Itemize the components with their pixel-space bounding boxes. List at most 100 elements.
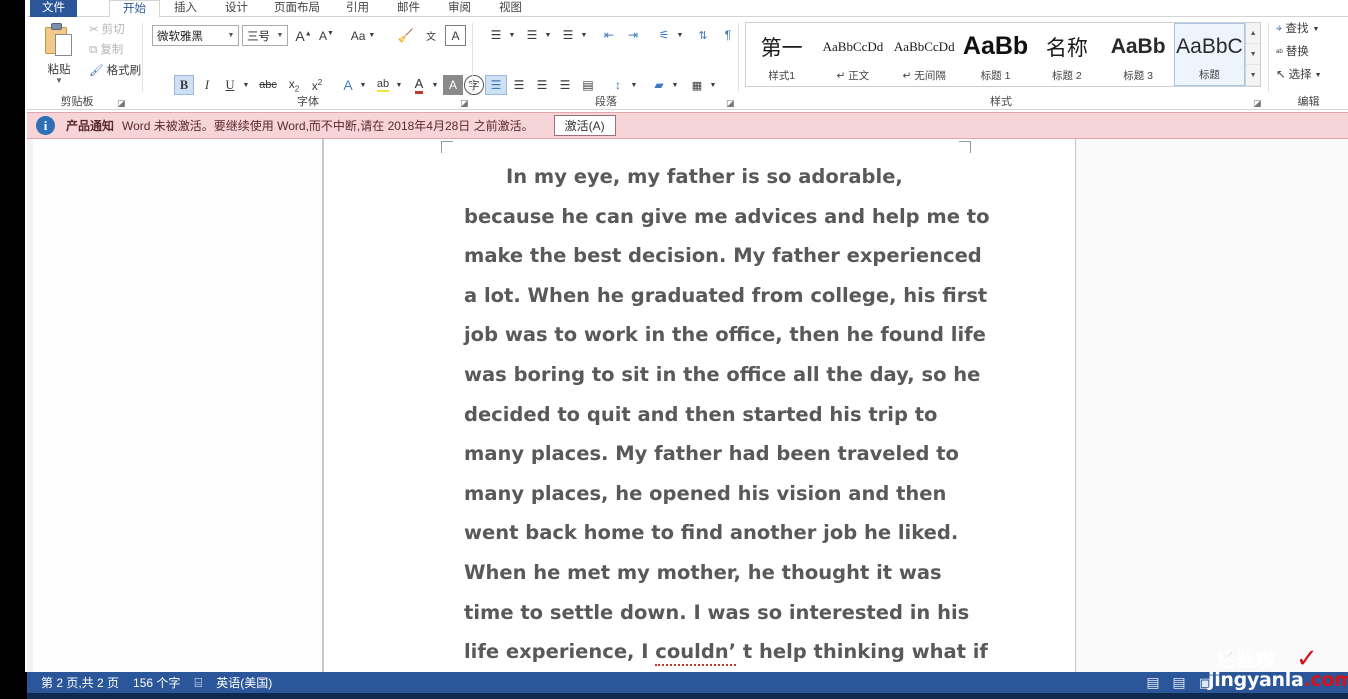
- line-spacing-button[interactable]: ↕: [607, 75, 629, 95]
- line-spacing-options-button[interactable]: ▼: [628, 75, 640, 95]
- print-layout-icon[interactable]: ▤: [1166, 672, 1192, 693]
- replace-button[interactable]: ᵃᵇ 替换: [1276, 46, 1309, 59]
- underline-options-button[interactable]: ▼: [240, 75, 252, 95]
- styles-more-button[interactable]: ▼: [1246, 65, 1260, 86]
- clipboard-dialog-launcher[interactable]: ◪: [117, 98, 127, 108]
- chevron-down-icon[interactable]: ▼: [35, 77, 83, 85]
- shrink-font-button[interactable]: A▼: [316, 25, 337, 46]
- document-canvas[interactable]: In my eye, my father is so adorable, bec…: [27, 139, 1348, 672]
- font-name-combobox[interactable]: 微软雅黑 ▼: [152, 25, 239, 46]
- phonetic-guide-button[interactable]: 文: [420, 25, 442, 46]
- italic-button[interactable]: I: [197, 75, 217, 95]
- language-indicator[interactable]: 英语(美国): [216, 674, 272, 691]
- numbering-button[interactable]: ☰: [521, 25, 543, 45]
- format-painter-label: 格式刷: [106, 65, 142, 77]
- font-dialog-launcher[interactable]: ◪: [460, 98, 470, 108]
- shading-options-button[interactable]: ▼: [669, 75, 681, 95]
- font-size-value: 三号: [247, 30, 270, 43]
- style-name: 标题 3: [1123, 70, 1154, 82]
- subscript-button[interactable]: x2: [283, 75, 305, 95]
- style-item-4[interactable]: 名称 标题 2: [1031, 23, 1102, 86]
- activate-button[interactable]: 激活(A): [553, 115, 616, 136]
- borders-options-button[interactable]: ▼: [707, 75, 719, 95]
- text-effects-options-button[interactable]: ▼: [357, 75, 369, 95]
- character-shading-button[interactable]: A: [443, 75, 463, 95]
- word-window: 文件 开始 插入 设计 页面布局 引用 邮件 审阅 视图 粘贴 ▼ ✂ 剪切 ⧉…: [0, 0, 1348, 699]
- tab-page-layout[interactable]: 页面布局: [262, 0, 332, 17]
- style-item-2[interactable]: AaBbCcDd ↵ 无间隔: [889, 23, 960, 86]
- replace-icon: ᵃᵇ: [1276, 47, 1283, 58]
- chevron-down-icon[interactable]: ▼: [273, 32, 287, 39]
- font-color-options-button[interactable]: ▼: [429, 75, 441, 95]
- styles-gallery-scroll[interactable]: ▲ ▼ ▼: [1245, 23, 1260, 86]
- text-effects-button[interactable]: A: [338, 75, 358, 95]
- proofing-errors-icon[interactable]: ⌸: [194, 675, 202, 691]
- word-count[interactable]: 156 个字: [133, 674, 180, 691]
- style-item-3[interactable]: AaBb 标题 1: [960, 23, 1031, 86]
- styles-dialog-launcher[interactable]: ◪: [1253, 98, 1263, 108]
- strikethrough-button[interactable]: abc: [255, 75, 281, 95]
- web-layout-icon[interactable]: ▣: [1192, 672, 1218, 693]
- paste-button[interactable]: 粘贴 ▼: [35, 21, 83, 89]
- document-page[interactable]: In my eye, my father is so adorable, bec…: [323, 139, 1076, 672]
- tab-design[interactable]: 设计: [211, 0, 262, 17]
- format-painter-button[interactable]: 🖌 格式刷: [89, 65, 142, 78]
- text-highlight-button[interactable]: ab: [372, 75, 394, 95]
- read-mode-icon[interactable]: ▤: [1140, 672, 1166, 693]
- chevron-down-icon: ▼: [508, 31, 516, 39]
- cut-button[interactable]: ✂ 剪切: [89, 24, 125, 37]
- select-button[interactable]: ↖ 选择 ▼: [1276, 69, 1322, 82]
- find-button[interactable]: ⌖ 查找 ▼: [1276, 23, 1319, 36]
- underline-button[interactable]: U: [220, 75, 240, 95]
- style-item-1[interactable]: AaBbCcDd ↵ 正文: [817, 23, 888, 86]
- tab-view[interactable]: 视图: [485, 0, 536, 17]
- chinese-layout-options-button[interactable]: ▼: [674, 25, 686, 45]
- highlight-options-button[interactable]: ▼: [393, 75, 405, 95]
- justify-button[interactable]: ☰: [554, 75, 576, 95]
- document-body-text[interactable]: In my eye, my father is so adorable, bec…: [464, 157, 994, 672]
- tab-file[interactable]: 文件: [30, 0, 77, 17]
- styles-scroll-down-button[interactable]: ▼: [1246, 44, 1260, 65]
- distribute-button[interactable]: ▤: [577, 75, 599, 95]
- styles-gallery[interactable]: 第一 样式1 AaBbCcDd ↵ 正文 AaBbCcDd ↵ 无间隔 AaBb…: [745, 22, 1261, 87]
- grow-font-button[interactable]: A▲: [293, 25, 314, 46]
- tab-review[interactable]: 审阅: [434, 0, 485, 17]
- copy-button[interactable]: ⧉ 复制: [89, 44, 123, 57]
- tab-home[interactable]: 开始: [109, 0, 160, 17]
- tab-mailings[interactable]: 邮件: [383, 0, 434, 17]
- decrease-indent-button[interactable]: ⇤: [597, 25, 621, 45]
- font-size-combobox[interactable]: 三号 ▼: [242, 25, 288, 46]
- multilevel-list-button[interactable]: ☰: [557, 25, 579, 45]
- borders-button[interactable]: ▦: [686, 75, 708, 95]
- paragraph-dialog-launcher[interactable]: ◪: [726, 98, 736, 108]
- show-formatting-marks-button[interactable]: ¶: [718, 25, 738, 45]
- bullets-options-button[interactable]: ▼: [506, 25, 518, 45]
- shading-button[interactable]: ▰: [648, 75, 670, 95]
- bullets-button[interactable]: ☰: [485, 25, 507, 45]
- page-indicator[interactable]: 第 2 页,共 2 页: [41, 674, 119, 691]
- numbering-options-button[interactable]: ▼: [542, 25, 554, 45]
- tab-insert[interactable]: 插入: [160, 0, 211, 17]
- increase-indent-button[interactable]: ⇥: [621, 25, 645, 45]
- bold-button[interactable]: B: [174, 75, 194, 95]
- clear-formatting-button[interactable]: 🧹: [395, 25, 417, 46]
- superscript-button[interactable]: x2: [306, 75, 328, 95]
- align-right-button[interactable]: ☰: [531, 75, 553, 95]
- chevron-down-icon: ▼: [709, 81, 717, 89]
- chevron-down-icon[interactable]: ▼: [224, 32, 238, 39]
- align-left-button[interactable]: ☰: [485, 75, 507, 95]
- misspelled-word[interactable]: couldn’: [655, 640, 737, 667]
- multilevel-options-button[interactable]: ▼: [578, 25, 590, 45]
- font-color-button[interactable]: A: [408, 75, 430, 95]
- style-item-6[interactable]: AaBbC 标题: [1173, 23, 1246, 86]
- style-item-0[interactable]: 第一 样式1: [746, 23, 817, 86]
- change-case-button[interactable]: Aa ▼: [345, 25, 381, 46]
- chinese-layout-button[interactable]: ⚟: [653, 25, 675, 45]
- style-item-5[interactable]: AaBb 标题 3: [1102, 23, 1173, 86]
- margin-mark-top-left: [441, 141, 453, 153]
- sort-button[interactable]: ⇅: [692, 25, 714, 45]
- align-center-button[interactable]: ☰: [508, 75, 530, 95]
- styles-scroll-up-button[interactable]: ▲: [1246, 23, 1260, 44]
- character-border-button[interactable]: A: [445, 25, 466, 46]
- tab-references[interactable]: 引用: [332, 0, 383, 17]
